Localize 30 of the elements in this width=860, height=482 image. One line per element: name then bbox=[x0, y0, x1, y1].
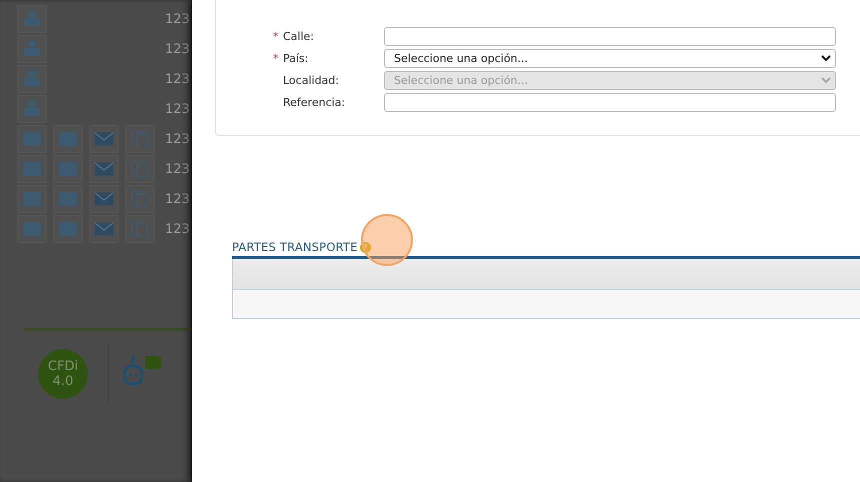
envelope-icon[interactable] bbox=[94, 162, 114, 176]
field-label: * País: bbox=[273, 52, 310, 65]
invoice-number: 123 bbox=[165, 42, 191, 56]
text-field[interactable] bbox=[384, 27, 836, 46]
envelope-icon[interactable] bbox=[94, 192, 114, 206]
chevron-down-icon bbox=[821, 55, 831, 62]
required-asterisk: * bbox=[273, 52, 278, 65]
documents-icon[interactable] bbox=[131, 190, 149, 208]
required-asterisk: * bbox=[273, 30, 278, 43]
section-title: PARTES TRANSPORTE bbox=[232, 240, 358, 254]
field-label: Referencia: bbox=[282, 96, 346, 109]
select-field[interactable]: Seleccione una opción... bbox=[384, 49, 836, 68]
cfdi-version-badge: CFDi 4.0 bbox=[38, 349, 88, 399]
field-label: Localidad: bbox=[282, 74, 340, 87]
invoice-number: 123 bbox=[165, 192, 191, 206]
envelope-icon[interactable] bbox=[94, 132, 114, 146]
invoice-number: 123 bbox=[165, 132, 191, 146]
field-label: * Calle: bbox=[273, 30, 316, 43]
text-field[interactable] bbox=[384, 93, 836, 112]
invoice-number: 123 bbox=[165, 12, 191, 26]
envelope-icon[interactable] bbox=[94, 222, 114, 236]
invoice-number: 123 bbox=[165, 222, 191, 236]
help-icon[interactable]: ? bbox=[360, 242, 371, 252]
invoice-number: 123 bbox=[165, 162, 191, 176]
chevron-down-icon bbox=[821, 77, 831, 84]
documents-icon[interactable] bbox=[131, 130, 149, 148]
documents-icon[interactable] bbox=[131, 160, 149, 178]
invoice-number: 123 bbox=[165, 72, 191, 86]
documents-icon[interactable] bbox=[131, 220, 149, 238]
invoice-number: 123 bbox=[165, 102, 191, 116]
